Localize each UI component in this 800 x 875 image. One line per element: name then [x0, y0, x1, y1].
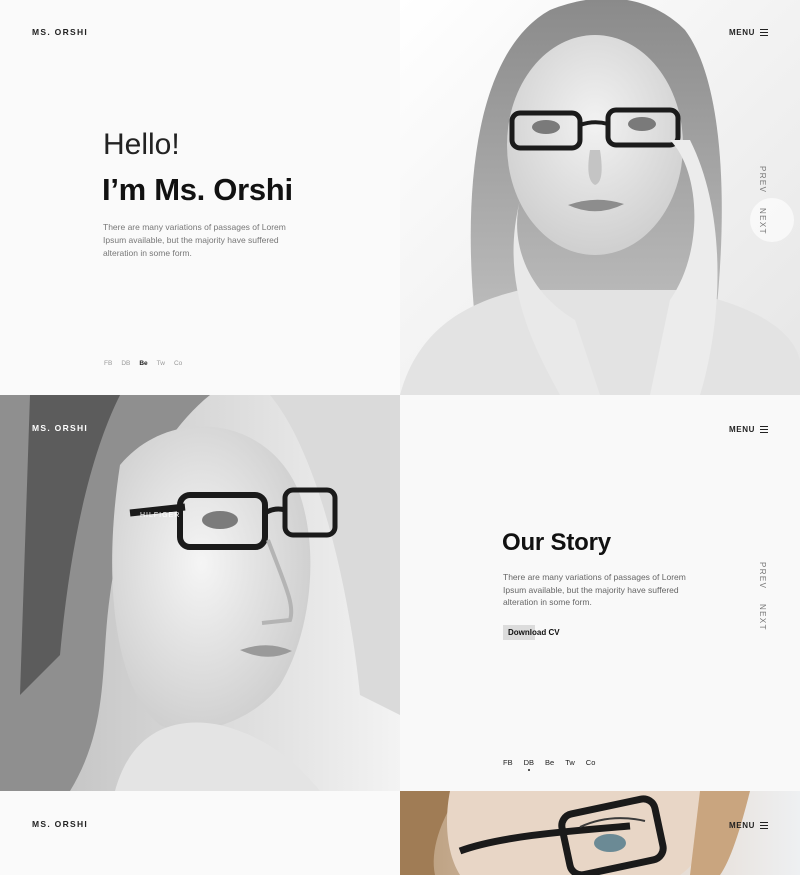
social-link-be[interactable]: Be — [545, 758, 554, 767]
prev-button-story[interactable]: PREV — [758, 562, 767, 589]
social-link-co[interactable]: Co — [174, 360, 182, 367]
portrait-photo-front — [400, 0, 800, 395]
portfolio-grid: MS. ORSHI Hello! I’m Ms. Orshi There are… — [0, 0, 800, 875]
portrait-photo-side: HILFIGER — [0, 395, 400, 791]
social-link-fb[interactable]: FB — [503, 758, 513, 767]
download-cv-button[interactable]: Download CV — [503, 625, 565, 640]
prev-button[interactable]: PREV — [758, 166, 767, 193]
hero-name: I’m Ms. Orshi — [102, 172, 293, 207]
hero-greeting: Hello! — [103, 128, 180, 161]
hamburger-icon — [760, 822, 768, 830]
next-button-story[interactable]: NEXT — [758, 604, 767, 631]
social-link-be[interactable]: Be — [139, 360, 147, 367]
social-link-tw[interactable]: Tw — [565, 758, 575, 767]
next-section-left: MS. ORSHI — [0, 791, 400, 875]
social-link-fb[interactable]: FB — [104, 360, 112, 367]
portrait-bottom: MENU — [400, 791, 800, 875]
portrait-hero: MENU PREV NEXT — [400, 0, 800, 395]
menu-label: MENU — [729, 425, 755, 434]
social-link-co[interactable]: Co — [586, 758, 596, 767]
hero-intro: There are many variations of passages of… — [103, 222, 286, 258]
social-link-db[interactable]: DB — [121, 360, 130, 367]
hero-section: MS. ORSHI Hello! I’m Ms. Orshi There are… — [0, 0, 400, 395]
hamburger-icon — [760, 29, 768, 37]
social-links-story: FB DB Be Tw Co — [503, 758, 595, 767]
next-button[interactable]: NEXT — [758, 208, 767, 235]
site-logo-bottom[interactable]: MS. ORSHI — [32, 819, 88, 829]
social-links: FB DB Be Tw Co — [104, 360, 182, 367]
story-title: Our Story — [502, 529, 611, 556]
menu-label: MENU — [729, 821, 755, 830]
social-link-db[interactable]: DB — [524, 758, 534, 767]
site-logo[interactable]: MS. ORSHI — [32, 27, 88, 37]
menu-button[interactable]: MENU — [729, 28, 768, 37]
frame-brand-label: HILFIGER — [140, 512, 180, 519]
social-link-tw[interactable]: Tw — [157, 360, 165, 367]
menu-button-bottom[interactable]: MENU — [729, 821, 768, 830]
story-text: There are many variations of passages of… — [503, 572, 686, 607]
menu-button-middle[interactable]: MENU — [729, 425, 768, 434]
hamburger-icon — [760, 426, 768, 434]
portrait-story: HILFIGER MS. ORSHI — [0, 395, 400, 791]
site-logo-middle[interactable]: MS. ORSHI — [32, 423, 88, 433]
portrait-photo-closeup — [400, 791, 800, 875]
next-button-backdrop — [750, 198, 794, 242]
menu-label: MENU — [729, 28, 755, 37]
